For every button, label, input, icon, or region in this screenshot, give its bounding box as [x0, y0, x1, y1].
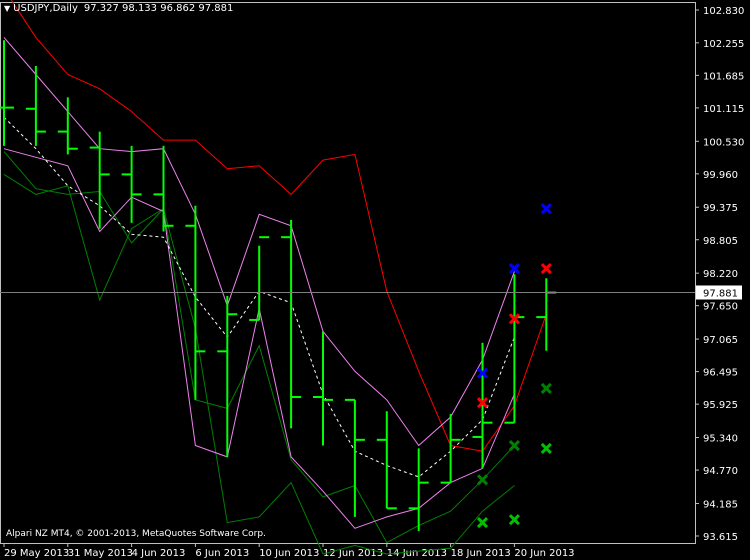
x-marker: [540, 263, 552, 275]
y-axis-tick-label: 95.340: [703, 434, 738, 445]
price-chart[interactable]: 102.830 102.255 101.685 101.115 100.530 99.96…: [0, 0, 750, 560]
x-marker: [508, 439, 520, 452]
x-axis-tick-label: 6 Jun 2013: [195, 548, 249, 559]
y-axis-tick-label: 99.375: [703, 203, 738, 214]
y-axis-tick-label: 93.615: [703, 532, 738, 543]
y-axis-tick-label: 94.185: [703, 499, 738, 510]
x-axis-tick-label: 10 Jun 2013: [259, 548, 319, 559]
y-axis-tick-label: 102.830: [703, 6, 744, 17]
x-marker: [476, 474, 489, 486]
x-marker: [540, 203, 552, 215]
green-indicator-line: [3, 173, 515, 555]
y-axis-tick-label: 98.220: [703, 269, 738, 280]
y-axis-tick-label: 95.925: [703, 400, 738, 411]
y-axis-tick-label: 97.650: [703, 302, 738, 313]
x-marker: [540, 442, 552, 454]
y-axis-tick-label: 101.115: [703, 104, 744, 115]
x-axis-tick-label: 18 Jun 2013: [451, 548, 511, 559]
y-axis-tick-label: 102.255: [703, 39, 744, 50]
y-axis-tick-label: 96.495: [703, 368, 738, 379]
y-axis-tick-label: 97.065: [703, 335, 738, 346]
y-axis-tick-label: 100.530: [703, 137, 744, 148]
x-marker: [540, 382, 552, 395]
symbol-label: USDJPY,Daily: [13, 3, 78, 14]
plot-frame: [0, 2, 696, 544]
chart-window[interactable]: 102.830 102.255 101.685 101.115 100.530 99.96…: [0, 0, 750, 560]
copyright-text: Alpari NZ MT4, © 2001-2013, MetaQuotes S…: [6, 529, 266, 539]
green-indicator-line: [3, 151, 515, 544]
x-marker: [508, 514, 520, 526]
x-axis-tick-label: 12 Jun 2013: [323, 548, 383, 559]
x-axis-tick-label: 29 May 2013: [4, 548, 69, 559]
x-marker: [476, 517, 489, 529]
x-axis-tick-label: 31 May 2013: [68, 548, 133, 559]
y-axis-tick-label: 99.960: [703, 170, 738, 181]
chart-header: ▼ USDJPY,Daily 97.327 98.133 96.862 97.881: [4, 3, 233, 14]
x-axis-tick-label: 20 Jun 2013: [514, 548, 574, 559]
ohlc-values: 97.327 98.133 96.862 97.881: [83, 3, 234, 14]
y-axis-tick-label: 98.805: [703, 236, 738, 247]
dropdown-triangle-icon[interactable]: ▼: [4, 4, 10, 13]
envelope-lower-line: [3, 148, 515, 529]
envelope-upper-line: [3, 37, 515, 447]
x-axis-tick-label: 4 Jun 2013: [132, 548, 186, 559]
y-axis-tick-label: 94.770: [703, 466, 738, 477]
current-price-label: 97.881: [703, 288, 738, 299]
y-axis-tick-label: 101.685: [703, 71, 744, 82]
